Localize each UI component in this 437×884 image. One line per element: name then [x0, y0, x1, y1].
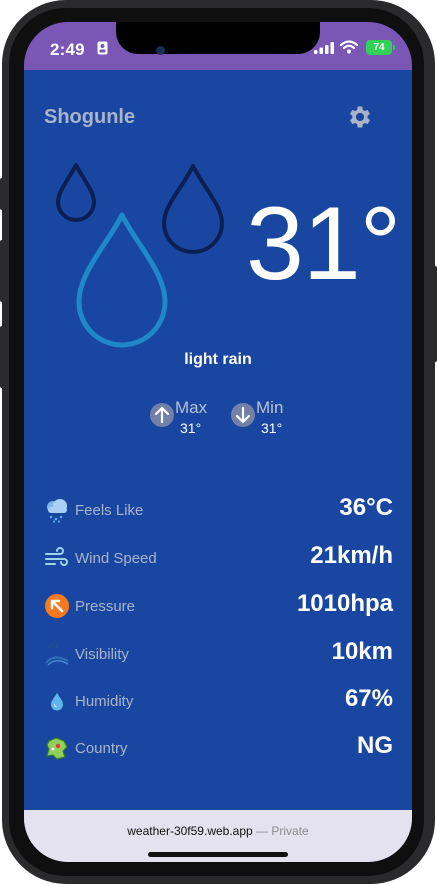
- cloud-rain-icon: [47, 499, 67, 523]
- feels-like-label: Feels Like: [75, 502, 144, 519]
- current-temperature: 31°: [246, 186, 401, 302]
- pressure-label: Pressure: [75, 598, 136, 615]
- url-text: weather-30f59.web.app: [127, 824, 253, 838]
- signal-icon: [314, 42, 334, 54]
- detail-row-visibility: Visibility 10km: [24, 633, 412, 673]
- detail-row-feels-like: Feels Like 36°C: [24, 489, 412, 529]
- status-time: 2:49: [50, 40, 85, 59]
- min-label: Min: [256, 398, 284, 417]
- pressure-arrow-icon: [45, 594, 69, 618]
- notch: [116, 22, 320, 54]
- wind-speed-label: Wind Speed: [75, 550, 157, 567]
- power-button: [433, 266, 437, 362]
- arrow-down-icon: [231, 403, 255, 427]
- wind-icon: [45, 547, 68, 566]
- volume-down-button: [0, 326, 4, 388]
- droplet-icon: [51, 693, 63, 711]
- private-mode-label: Private: [271, 824, 309, 838]
- detail-row-humidity: Humidity 67%: [24, 680, 412, 720]
- country-value: NG: [357, 732, 393, 759]
- front-camera: [156, 46, 165, 55]
- wifi-icon: [340, 40, 358, 54]
- visibility-label: Visibility: [75, 646, 129, 663]
- pressure-value: 1010hpa: [296, 590, 393, 617]
- browser-bottom-bar: weather-30f59.web.app — Private: [24, 810, 412, 862]
- map-icon: [46, 737, 68, 760]
- max-label: Max: [175, 398, 208, 417]
- gear-icon[interactable]: [346, 103, 374, 131]
- min-value: 31°: [261, 420, 283, 436]
- visibility-icon: [45, 642, 69, 666]
- battery-tip: [393, 45, 395, 50]
- country-label: Country: [75, 740, 128, 757]
- detail-row-country: Country NG: [24, 727, 412, 767]
- battery-indicator: 74: [366, 40, 392, 55]
- home-indicator[interactable]: [148, 852, 288, 857]
- url-bar[interactable]: weather-30f59.web.app — Private: [24, 824, 412, 838]
- weather-condition: light rain: [184, 351, 252, 368]
- wind-speed-value: 21km/h: [310, 542, 393, 569]
- status-bar: 2:49 74: [24, 22, 412, 70]
- detail-row-wind-speed: Wind Speed 21km/h: [24, 537, 412, 577]
- mute-switch: [0, 178, 4, 210]
- volume-up-button: [0, 240, 4, 302]
- visibility-value: 10km: [331, 638, 393, 665]
- arrow-up-icon: [150, 403, 174, 427]
- feels-like-value: 36°C: [339, 494, 393, 521]
- url-separator: —: [256, 824, 269, 838]
- humidity-value: 67%: [344, 685, 393, 712]
- city-name: Shogunle: [44, 106, 136, 128]
- humidity-label: Humidity: [75, 693, 134, 710]
- rain-drops-icon: [56, 163, 224, 348]
- max-value: 31°: [180, 420, 202, 436]
- contact-card-icon: [97, 41, 108, 55]
- detail-row-pressure: Pressure 1010hpa: [24, 585, 412, 625]
- screen: 2:49 74 Shogunle 31° light rain Max 31° …: [24, 22, 412, 862]
